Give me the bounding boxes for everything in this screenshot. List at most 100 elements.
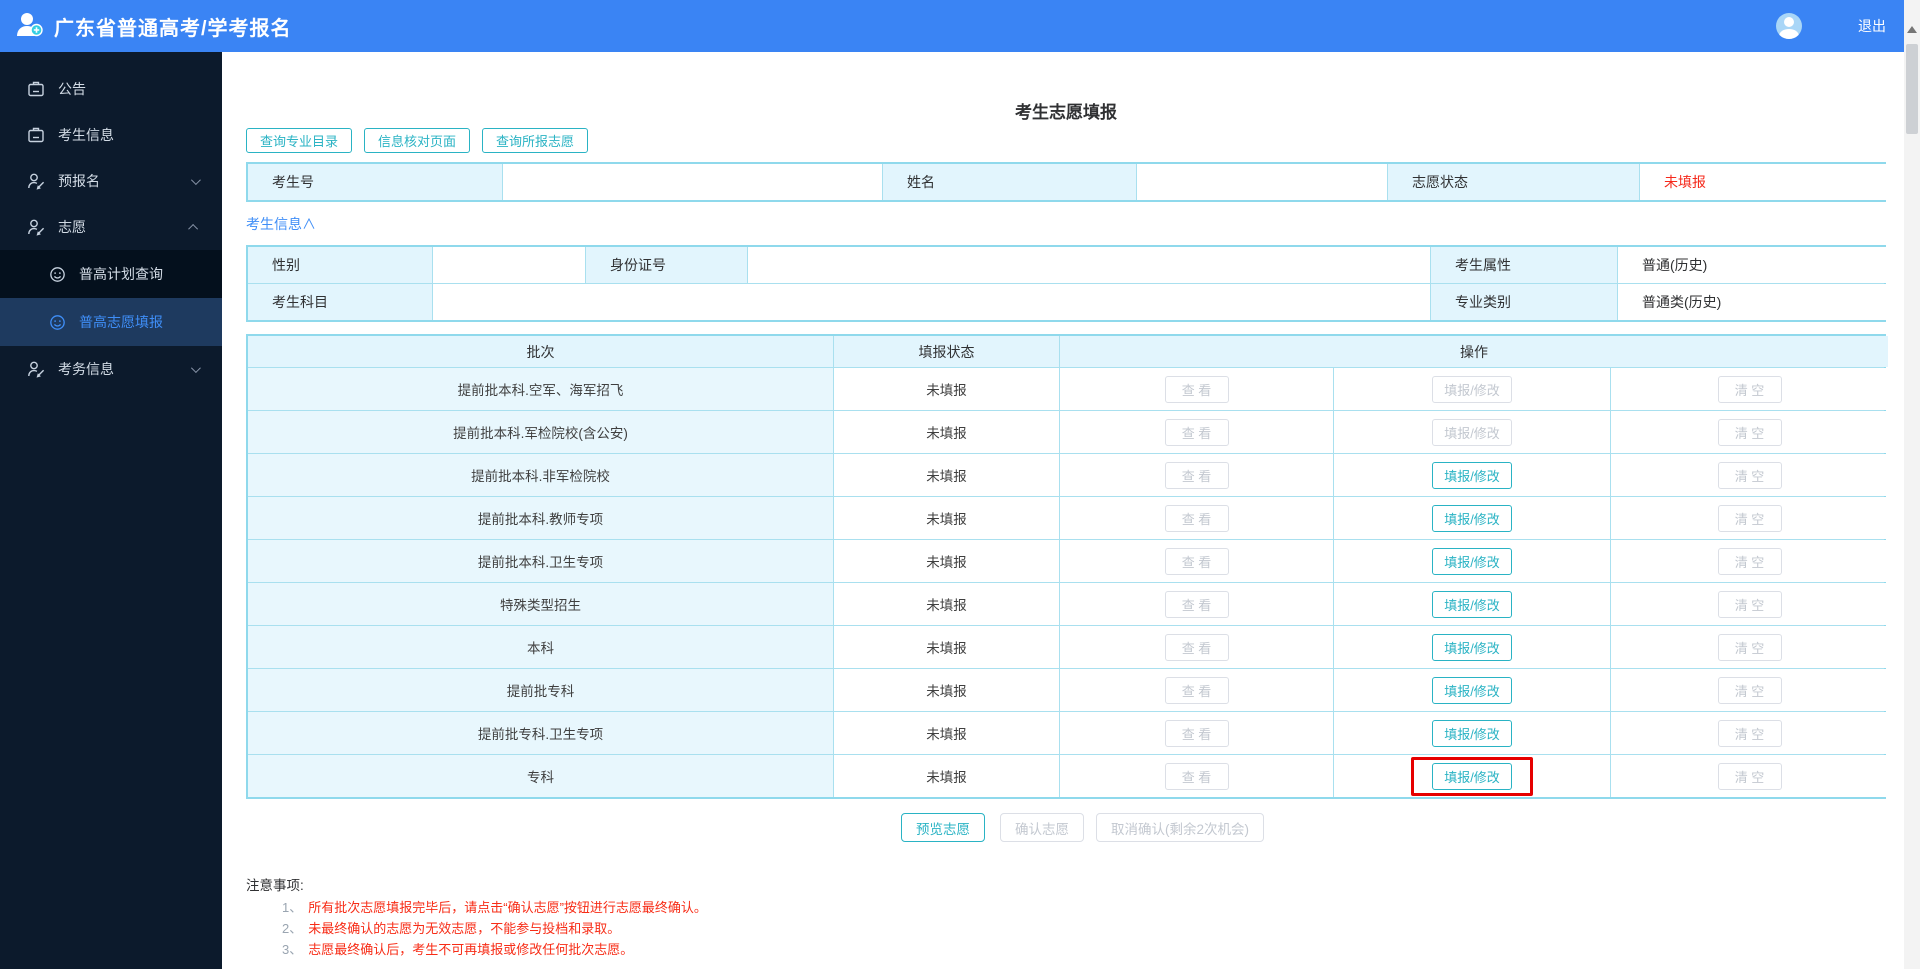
avatar[interactable] bbox=[1776, 13, 1802, 39]
fill-modify-button[interactable]: 填报/修改 bbox=[1432, 418, 1512, 446]
subjects-value bbox=[432, 284, 1430, 320]
notes-title: 注意事项: bbox=[246, 878, 304, 893]
note-text: 志愿最终确认后，考生不可再填报或修改任何批次志愿。 bbox=[308, 942, 634, 957]
smiley-icon bbox=[48, 313, 67, 332]
clear-button[interactable]: 清 空 bbox=[1717, 762, 1782, 790]
batch-row: 提前批本科.卫生专项 未填报 查 看 填报/修改 清 空 bbox=[248, 539, 1888, 582]
batch-row: 提前批本科.非军检院校 未填报 查 看 填报/修改 清 空 bbox=[248, 453, 1888, 496]
sidebar-subitem-plan-query[interactable]: 普高计划查询 bbox=[0, 250, 222, 298]
view-button[interactable]: 查 看 bbox=[1164, 418, 1229, 446]
query-major-catalog-button[interactable]: 查询专业目录 bbox=[246, 128, 353, 153]
confirm-preferences-button[interactable]: 确认志愿 bbox=[1000, 813, 1084, 842]
view-button[interactable]: 查 看 bbox=[1164, 547, 1229, 575]
batch-status: 未填报 bbox=[833, 755, 1059, 797]
sidebar-item-pre-registration[interactable]: 预报名 bbox=[0, 158, 222, 204]
clear-button[interactable]: 清 空 bbox=[1717, 375, 1782, 403]
op-view-cell: 查 看 bbox=[1059, 712, 1333, 754]
fill-wrap: 填报/修改 bbox=[1432, 504, 1512, 532]
fill-modify-button[interactable]: 填报/修改 bbox=[1432, 719, 1512, 747]
batch-name: 特殊类型招生 bbox=[248, 583, 833, 625]
sidebar-item-label: 考务信息 bbox=[58, 361, 114, 377]
view-button[interactable]: 查 看 bbox=[1164, 719, 1229, 747]
clear-button[interactable]: 清 空 bbox=[1717, 504, 1782, 532]
page-title: 考生志愿填报 bbox=[1015, 103, 1117, 122]
batch-name: 提前批本科.教师专项 bbox=[248, 497, 833, 539]
notice-icon bbox=[26, 125, 46, 145]
op-view-cell: 查 看 bbox=[1059, 540, 1333, 582]
op-clear-cell: 清 空 bbox=[1610, 368, 1888, 410]
fill-wrap: 填报/修改 bbox=[1432, 418, 1512, 446]
scrollbar-thumb[interactable] bbox=[1906, 44, 1918, 134]
clear-button[interactable]: 清 空 bbox=[1717, 418, 1782, 446]
gender-label: 性别 bbox=[248, 247, 432, 283]
fill-modify-button[interactable]: 填报/修改 bbox=[1432, 676, 1512, 704]
user-edit-icon bbox=[26, 217, 46, 237]
op-fill-cell: 填报/修改 bbox=[1333, 669, 1610, 711]
op-fill-cell: 填报/修改 bbox=[1333, 368, 1610, 410]
sidebar-item-exam-info[interactable]: 考务信息 bbox=[0, 346, 222, 392]
batch-name: 提前批专科.卫生专项 bbox=[248, 712, 833, 754]
sidebar-item-label: 预报名 bbox=[58, 173, 100, 189]
logout-button[interactable]: 退出 bbox=[1858, 16, 1886, 36]
view-button[interactable]: 查 看 bbox=[1164, 590, 1229, 618]
view-button[interactable]: 查 看 bbox=[1164, 633, 1229, 661]
fill-modify-button[interactable]: 填报/修改 bbox=[1432, 590, 1512, 618]
fill-modify-button[interactable]: 填报/修改 bbox=[1432, 504, 1512, 532]
fill-modify-button[interactable]: 填报/修改 bbox=[1432, 762, 1512, 790]
fill-wrap: 填报/修改 bbox=[1432, 375, 1512, 403]
sidebar-item-preferences[interactable]: 志愿 bbox=[0, 204, 222, 250]
main-content: 考生志愿填报 查询专业目录 信息核对页面 查询所报志愿 考生号 姓名 志愿状态 … bbox=[222, 52, 1920, 969]
gender-value bbox=[432, 247, 585, 283]
view-button[interactable]: 查 看 bbox=[1164, 762, 1229, 790]
candidate-attribute-value: 普通(历史) bbox=[1617, 247, 1888, 283]
clear-button[interactable]: 清 空 bbox=[1717, 676, 1782, 704]
col-operation-header: 操作 bbox=[1059, 336, 1888, 367]
scrollbar-up-arrow-icon[interactable] bbox=[1907, 26, 1917, 33]
clear-button[interactable]: 清 空 bbox=[1717, 547, 1782, 575]
fill-modify-button[interactable]: 填报/修改 bbox=[1432, 461, 1512, 489]
clear-button[interactable]: 清 空 bbox=[1717, 590, 1782, 618]
fill-modify-button[interactable]: 填报/修改 bbox=[1432, 547, 1512, 575]
notes-section: 注意事项: 1、 所有批次志愿填报完毕后，请点击“确认志愿”按钮进行志愿最终确认。… bbox=[246, 874, 1446, 957]
summary-table: 考生号 姓名 志愿状态 未填报 bbox=[246, 162, 1888, 202]
name-value bbox=[1136, 164, 1387, 200]
clear-button[interactable]: 清 空 bbox=[1717, 461, 1782, 489]
batch-name: 提前批本科.非军检院校 bbox=[248, 454, 833, 496]
view-button[interactable]: 查 看 bbox=[1164, 504, 1229, 532]
sidebar-subitem-preference-filling[interactable]: 普高志愿填报 bbox=[0, 298, 222, 346]
batch-name: 提前批本科.军检院校(含公安) bbox=[248, 411, 833, 453]
op-view-cell: 查 看 bbox=[1059, 368, 1333, 410]
batch-row-highlighted: 专科 未填报 查 看 填报/修改 清 空 bbox=[248, 754, 1888, 797]
view-button[interactable]: 查 看 bbox=[1164, 676, 1229, 704]
fill-modify-button[interactable]: 填报/修改 bbox=[1432, 633, 1512, 661]
sidebar-item-candidate-info[interactable]: 考生信息 bbox=[0, 112, 222, 158]
batch-status: 未填报 bbox=[833, 497, 1059, 539]
brand: 广东省普通高考/学考报名 bbox=[0, 10, 292, 43]
op-view-cell: 查 看 bbox=[1059, 755, 1333, 797]
fill-wrap: 填报/修改 bbox=[1432, 676, 1512, 704]
batch-row: 提前批专科 未填报 查 看 填报/修改 清 空 bbox=[248, 668, 1888, 711]
id-number-value bbox=[747, 247, 1430, 283]
clear-button[interactable]: 清 空 bbox=[1717, 719, 1782, 747]
fill-wrap: 填报/修改 bbox=[1432, 590, 1512, 618]
op-view-cell: 查 看 bbox=[1059, 454, 1333, 496]
op-view-cell: 查 看 bbox=[1059, 497, 1333, 539]
op-clear-cell: 清 空 bbox=[1610, 497, 1888, 539]
fill-modify-button[interactable]: 填报/修改 bbox=[1432, 375, 1512, 403]
op-fill-cell: 填报/修改 bbox=[1333, 755, 1610, 797]
op-clear-cell: 清 空 bbox=[1610, 669, 1888, 711]
cancel-confirmation-button[interactable]: 取消确认(剩余2次机会) bbox=[1096, 813, 1264, 842]
candidate-info-collapse-link[interactable]: 考生信息∧ bbox=[246, 214, 316, 234]
info-check-page-button[interactable]: 信息核对页面 bbox=[364, 128, 471, 153]
preview-preferences-button[interactable]: 预览志愿 bbox=[901, 813, 985, 842]
batch-table-header: 批次 填报状态 操作 bbox=[248, 336, 1888, 367]
batch-row: 提前批本科.军检院校(含公安) 未填报 查 看 填报/修改 清 空 bbox=[248, 410, 1888, 453]
query-submitted-preferences-button[interactable]: 查询所报志愿 bbox=[482, 128, 589, 153]
major-category-label: 专业类别 bbox=[1430, 284, 1617, 320]
sidebar-subitem-label: 普高志愿填报 bbox=[79, 314, 163, 330]
vertical-scrollbar[interactable] bbox=[1904, 0, 1920, 969]
view-button[interactable]: 查 看 bbox=[1164, 375, 1229, 403]
view-button[interactable]: 查 看 bbox=[1164, 461, 1229, 489]
sidebar-item-announcements[interactable]: 公告 bbox=[0, 66, 222, 112]
clear-button[interactable]: 清 空 bbox=[1717, 633, 1782, 661]
